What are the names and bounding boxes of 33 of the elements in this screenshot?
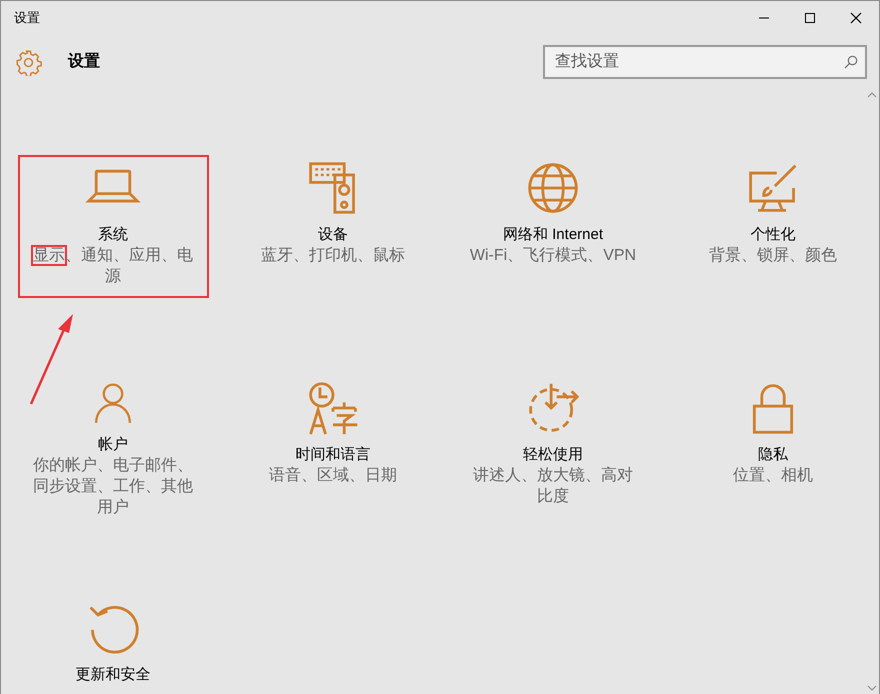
page-title: 设置 — [68, 52, 101, 72]
tile-title: 时间和语言 — [296, 445, 370, 465]
tile-description: 位置、相机 — [733, 466, 813, 486]
settings-tile[interactable]: 时间和语言 语音、区域、日期 — [238, 375, 428, 518]
settings-tile[interactable]: 隐私 位置、相机 — [678, 375, 868, 518]
tile-title: 设备 — [318, 225, 348, 245]
settings-tile[interactable]: 轻松使用 讲述人、放大镜、高对比度 — [458, 375, 648, 518]
tile-description: 你的帐户、电子邮件、同步设置、工作、其他用户 — [32, 456, 194, 518]
settings-tile[interactable]: 设备 蓝牙、打印机、鼠标 — [238, 155, 428, 298]
tile-title: 更新和安全 — [76, 665, 150, 685]
search-field[interactable]: 查找设置 — [543, 45, 867, 79]
search-icon — [844, 55, 858, 69]
tile-description: Wi-Fi、飞行模式、VPN — [470, 246, 636, 266]
tile-title: 网络和 Internet — [502, 225, 604, 245]
tile-description: 显示、通知、应用、电源 — [32, 246, 194, 287]
close-icon — [850, 12, 862, 24]
tile-description: 蓝牙、打印机、鼠标 — [261, 246, 405, 266]
tile-description: 讲述人、放大镜、高对比度 — [472, 466, 634, 507]
highlight-frame[interactable]: 系统 显示、通知、应用、电源 — [18, 155, 208, 298]
tile-title: 个性化 — [750, 225, 796, 245]
settings-tile[interactable]: 网络和 Internet Wi-Fi、飞行模式、VPN — [458, 155, 648, 298]
tile-description: 语音、区域、日期 — [269, 466, 397, 486]
window-title: 设置 — [13, 9, 41, 28]
tile-description: 背景、锁屏、颜色 — [709, 246, 837, 266]
settings-tile[interactable]: 更新和安全 — [18, 595, 208, 694]
tile-title: 轻松使用 — [523, 445, 583, 465]
tile-title: 系统 — [98, 225, 128, 245]
tile-title: 隐私 — [758, 445, 788, 465]
settings-tile[interactable]: 帐户 你的帐户、电子邮件、同步设置、工作、其他用户 — [18, 375, 208, 518]
settings-tile[interactable]: 个性化 背景、锁屏、颜色 — [678, 155, 868, 298]
tile-title: 帐户 — [98, 435, 128, 455]
settings-icon — [15, 48, 42, 76]
maximize-icon — [804, 12, 816, 24]
